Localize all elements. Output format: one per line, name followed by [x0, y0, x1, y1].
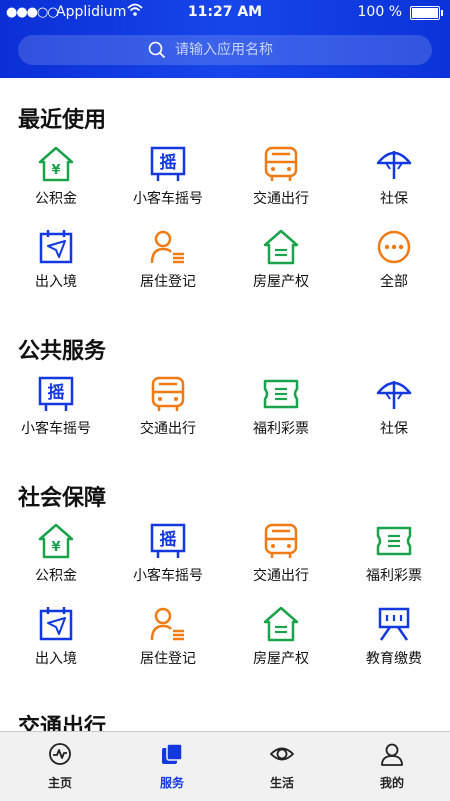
tile-label: 全部 [380, 274, 408, 290]
tile-label: 福利彩票 [253, 421, 309, 437]
tile-label: 房屋产权 [253, 274, 309, 290]
tile-label: 社保 [380, 191, 408, 207]
tab-label: 生活 [269, 776, 294, 790]
home-pulse-icon [49, 743, 71, 765]
tab-bar: 主页 服务 生活 我的 [0, 731, 450, 801]
tile-exit-entry[interactable]: 出入境 [0, 605, 112, 675]
tile-welfare-lottery[interactable]: 福利彩票 [225, 375, 337, 445]
car-lottery-icon: 摇 [150, 523, 186, 558]
service-icon [162, 743, 183, 764]
tile-label: 小客车摇号 [133, 568, 203, 584]
provident-fund-icon: ¥ [38, 146, 74, 182]
tile-all[interactable]: 全部 [338, 228, 450, 298]
battery-percent: 100 % [357, 4, 402, 20]
bus-icon [264, 146, 298, 181]
tile-car-lottery[interactable]: 摇 小客车摇号 [112, 145, 224, 215]
tile-residence[interactable]: 居住登记 [112, 605, 224, 675]
tile-welfare-lottery[interactable]: 福利彩票 [338, 522, 450, 592]
ticket-icon [376, 526, 412, 556]
tile-car-lottery[interactable]: 摇 小客车摇号 [112, 522, 224, 592]
yen-glyph: ¥ [51, 163, 60, 178]
tile-car-lottery[interactable]: 摇 小客车摇号 [0, 375, 112, 445]
tile-label: 福利彩票 [366, 568, 422, 584]
car-lottery-icon: 摇 [38, 376, 74, 411]
tile-label: 教育缴费 [366, 651, 422, 667]
umbrella-icon [376, 381, 412, 409]
house-doc-icon [263, 606, 299, 642]
tile-label: 公积金 [35, 568, 77, 584]
section-title-recent: 最近使用 [18, 108, 107, 133]
exit-entry-icon [39, 607, 73, 641]
tile-social-security[interactable]: 社保 [338, 145, 450, 215]
tab-mine[interactable]: 我的 [336, 732, 448, 801]
yao-glyph: 摇 [160, 529, 177, 550]
exit-entry-icon [39, 230, 73, 264]
section-title-social: 社会保障 [18, 486, 107, 511]
tile-property[interactable]: 房屋产权 [225, 605, 337, 675]
tile-label: 社保 [380, 421, 408, 437]
bus-icon [264, 523, 298, 558]
yao-glyph: 摇 [48, 382, 65, 403]
tab-label: 服务 [159, 776, 184, 790]
search-input[interactable] [175, 38, 375, 62]
tile-label: 居住登记 [140, 274, 196, 290]
tile-label: 小客车摇号 [21, 421, 91, 437]
tile-label: 房屋产权 [253, 651, 309, 667]
life-eye-icon [270, 747, 294, 761]
tile-label: 交通出行 [140, 421, 196, 437]
residence-icon [150, 230, 184, 264]
search-icon [148, 41, 166, 63]
umbrella-icon [376, 151, 412, 179]
profile-icon [381, 743, 403, 766]
car-lottery-icon: 摇 [150, 146, 186, 181]
tab-label: 我的 [379, 776, 404, 790]
more-icon [377, 230, 411, 264]
tile-transport[interactable]: 交通出行 [112, 375, 224, 445]
tile-label: 小客车摇号 [133, 191, 203, 207]
tile-label: 出入境 [35, 274, 77, 290]
house-doc-icon [263, 229, 299, 265]
search-bar[interactable] [18, 35, 432, 65]
tile-provident-fund[interactable]: ¥ 公积金 [0, 145, 112, 215]
tab-label: 主页 [47, 776, 72, 790]
bus-icon [151, 376, 185, 411]
tab-life[interactable]: 生活 [226, 732, 338, 801]
tile-property[interactable]: 房屋产权 [225, 228, 337, 298]
tab-service[interactable]: 服务 [116, 732, 228, 801]
residence-icon [150, 607, 184, 641]
status-bar: ●●●○○ Applidium 11:27 AM 100 % [0, 0, 450, 26]
header-bar: ●●●○○ Applidium 11:27 AM 100 % [0, 0, 450, 78]
tile-provident-fund[interactable]: ¥ 公积金 [0, 522, 112, 592]
provident-fund-icon: ¥ [38, 523, 74, 559]
tab-home[interactable]: 主页 [4, 732, 116, 801]
tile-transport[interactable]: 交通出行 [225, 145, 337, 215]
tile-transport[interactable]: 交通出行 [225, 522, 337, 592]
tile-social-security[interactable]: 社保 [338, 375, 450, 445]
tile-label: 交通出行 [253, 191, 309, 207]
ticket-icon [263, 379, 299, 409]
tile-label: 交通出行 [253, 568, 309, 584]
tile-education-fee[interactable]: 教育缴费 [338, 605, 450, 675]
tile-label: 出入境 [35, 651, 77, 667]
section-title-public: 公共服务 [18, 339, 107, 364]
tile-label: 公积金 [35, 191, 77, 207]
yen-glyph: ¥ [51, 540, 60, 555]
tile-label: 居住登记 [140, 651, 196, 667]
tile-residence[interactable]: 居住登记 [112, 228, 224, 298]
battery-icon [410, 6, 443, 20]
tile-exit-entry[interactable]: 出入境 [0, 228, 112, 298]
yao-glyph: 摇 [160, 152, 177, 173]
education-icon [378, 607, 410, 641]
